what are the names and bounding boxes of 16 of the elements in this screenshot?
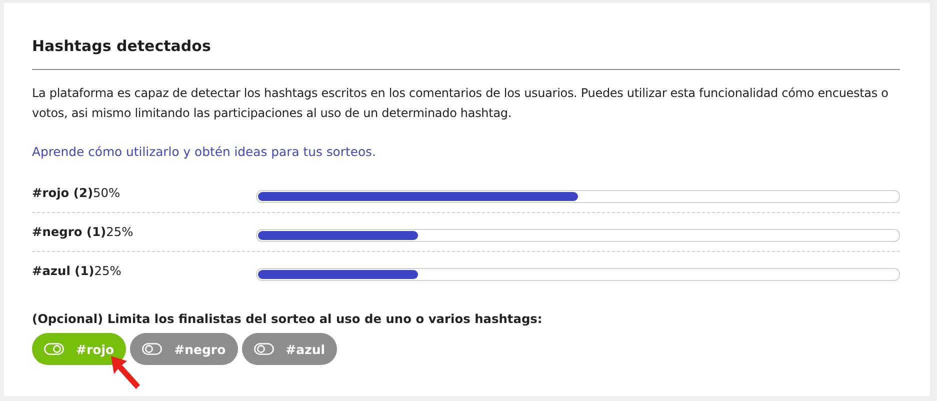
hashtag-percent: 25% <box>106 225 134 239</box>
help-link[interactable]: Aprende cómo utilizarlo y obtén ideas para tus sorteos. <box>32 144 376 159</box>
toggle-icon <box>142 343 162 355</box>
hashtag-count: #azul (1) <box>32 264 94 278</box>
hashtag-percent: 50% <box>93 186 120 200</box>
hashtag-count: #rojo (2) <box>32 186 94 200</box>
section-title: Hashtags detectados <box>32 37 212 55</box>
description-text: La plataforma es capaz de detectar los hashtags escritos en los comentarios de los usuarios. Puedes utilizar esta funcionalidad cómo encuestas o votos, asi mismo limitando las participaciones al uso de un determinado hashtag. <box>32 85 890 122</box>
hashtag-count: #negro (1) <box>32 225 106 239</box>
hashtag-toggle[interactable]: #rojo <box>32 333 126 365</box>
toggle-icon <box>44 343 64 355</box>
hashtag-percent: 25% <box>94 264 122 278</box>
hashtag-toggle[interactable]: #azul <box>242 333 338 365</box>
filter-label: (Opcional) Limita los finalistas del sorteo al uso de uno o varios hashtags: <box>32 312 544 326</box>
hashtag-toggle[interactable]: #negro <box>130 333 238 365</box>
toggle-icon <box>254 343 274 355</box>
